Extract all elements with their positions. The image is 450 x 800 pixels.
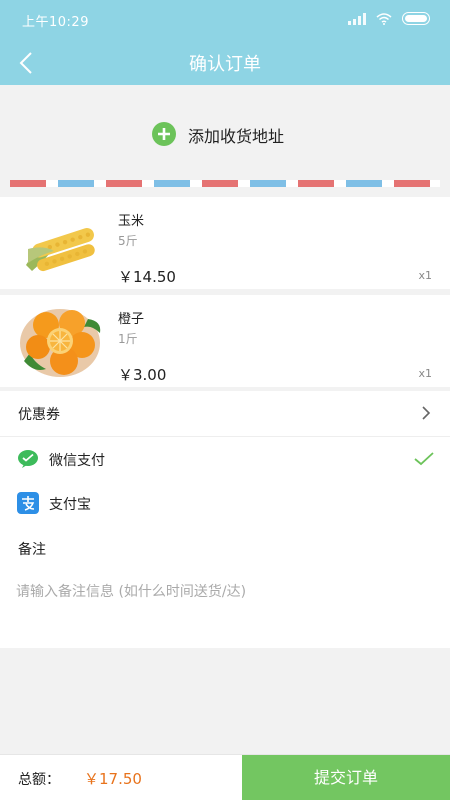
add-address-button[interactable]: 添加收货地址 bbox=[0, 85, 450, 187]
product-quantity: x1 bbox=[418, 269, 432, 282]
status-bar: 上午10:29 bbox=[0, 0, 450, 38]
product-spec: 5斤 bbox=[118, 234, 138, 248]
bottom-bar: 总额： ￥17.50 提交订单 bbox=[0, 754, 450, 800]
coupon-label: 优惠券 bbox=[18, 407, 60, 423]
battery-icon bbox=[402, 12, 430, 25]
wechat-pay-label: 微信支付 bbox=[49, 453, 105, 469]
order-options: 优惠券 微信支付 支付宝 备注 bbox=[0, 391, 450, 648]
coupon-row[interactable]: 优惠券 bbox=[0, 391, 450, 435]
total-label: 总额： bbox=[18, 772, 60, 788]
alipay-option[interactable]: 支付宝 bbox=[0, 481, 450, 525]
alipay-icon bbox=[17, 492, 39, 514]
wifi-icon bbox=[376, 12, 392, 25]
product-price: ￥14.50 bbox=[118, 268, 176, 286]
check-icon bbox=[414, 452, 434, 466]
wechat-pay-option[interactable]: 微信支付 bbox=[0, 437, 450, 481]
alipay-label: 支付宝 bbox=[49, 497, 91, 513]
note-input[interactable] bbox=[16, 579, 436, 605]
product-price: ￥3.00 bbox=[118, 366, 167, 384]
note-label: 备注 bbox=[18, 542, 46, 558]
product-quantity: x1 bbox=[418, 367, 432, 380]
product-name: 橙子 bbox=[118, 312, 145, 327]
page-title: 确认订单 bbox=[189, 54, 261, 75]
plus-circle-icon bbox=[152, 122, 176, 146]
total-amount: ￥17.50 bbox=[84, 770, 142, 788]
status-icons bbox=[348, 12, 430, 25]
product-name: 玉米 bbox=[118, 214, 145, 229]
corn-image bbox=[26, 228, 95, 272]
app-header: 上午10:29 确认订单 bbox=[0, 0, 450, 85]
product-item[interactable]: 玉米 5斤 ￥14.50 x1 bbox=[0, 197, 450, 289]
submit-order-button[interactable]: 提交订单 bbox=[242, 755, 450, 800]
product-spec: 1斤 bbox=[118, 332, 138, 346]
wechat-pay-icon bbox=[18, 450, 38, 468]
add-address-label: 添加收货地址 bbox=[188, 127, 285, 146]
product-item[interactable]: 橙子 1斤 ￥3.00 x1 bbox=[0, 295, 450, 387]
orange-image bbox=[20, 309, 101, 377]
chevron-right-icon bbox=[422, 406, 431, 420]
status-time: 上午10:29 bbox=[22, 15, 89, 30]
airmail-divider bbox=[10, 180, 440, 187]
signal-icon bbox=[348, 12, 366, 25]
